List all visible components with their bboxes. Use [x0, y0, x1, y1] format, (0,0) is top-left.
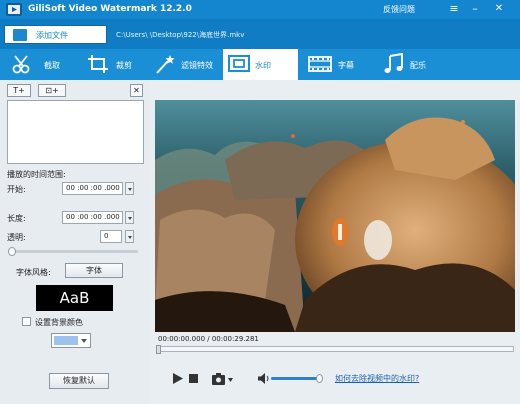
opacity-input[interactable]: 0 [100, 230, 122, 243]
tab-music[interactable]: 配乐 [382, 49, 440, 80]
file-bar: 添加文件 C:\Users\ \Desktop\922\海底世界.mkv [0, 19, 520, 49]
volume-slider[interactable] [271, 374, 323, 383]
add-file-icon [13, 29, 27, 41]
add-image-watermark-button[interactable]: ⊡+ [38, 84, 66, 97]
seek-bar-knob[interactable] [156, 345, 161, 354]
snapshot-camera-icon[interactable] [212, 373, 234, 385]
font-preview: AaB [36, 285, 113, 311]
background-color-picker[interactable] [51, 333, 91, 348]
add-file-button[interactable]: 添加文件 [4, 25, 107, 44]
title-bar: GiliSoft Video Watermark 12.2.0 反馈问题 ≡ –… [0, 0, 520, 19]
seek-bar[interactable] [156, 345, 514, 354]
watermark-settings-panel: T+ ⊡+ ✕ 播放的时间范围: 开始: 00 :00 :00 .000 长度:… [0, 80, 150, 404]
font-style-label: 字体风格: [16, 268, 51, 277]
close-icon[interactable]: ✕ [490, 1, 508, 17]
tab-label: 裁剪 [116, 61, 132, 70]
volume-icon[interactable] [258, 373, 270, 384]
remove-watermark-help-link[interactable]: 如何去除视频中的水印? [335, 373, 419, 384]
add-file-label: 添加文件 [36, 31, 68, 40]
playback-time: 00:00:00.000 / 00:00:29.281 [158, 335, 259, 343]
font-button[interactable]: 字体 [65, 263, 123, 278]
tab-bar: 截取 裁剪 滤镜特效 水印 字幕 配乐 [0, 49, 520, 80]
volume-slider-knob[interactable] [316, 374, 323, 383]
feedback-link[interactable]: 反馈问题 [383, 4, 415, 15]
tab-label: 配乐 [410, 61, 426, 70]
tab-label: 字幕 [338, 61, 354, 70]
tab-filters[interactable]: 滤镜特效 [153, 49, 219, 80]
reset-default-button[interactable]: 恢复默认 [49, 373, 109, 389]
delete-watermark-button[interactable]: ✕ [130, 84, 143, 97]
tab-label: 水印 [255, 61, 271, 70]
opacity-slider[interactable] [8, 247, 138, 256]
video-preview[interactable] [155, 100, 515, 332]
start-label: 开始: [7, 185, 26, 194]
stop-icon[interactable] [189, 374, 199, 384]
minimize-icon[interactable]: – [466, 1, 484, 17]
length-time-spinner[interactable] [125, 211, 134, 224]
tab-trim[interactable]: 截取 [10, 49, 72, 80]
play-icon[interactable] [172, 372, 184, 385]
time-range-label: 播放的时间范围: [7, 170, 66, 179]
color-swatch [54, 336, 78, 345]
app-title: GiliSoft Video Watermark 12.2.0 [28, 4, 192, 14]
tab-label: 截取 [44, 61, 60, 70]
scissors-icon [12, 55, 30, 74]
app-logo-icon [6, 3, 22, 16]
length-label: 长度: [7, 214, 26, 223]
video-frame [155, 100, 515, 332]
menu-icon[interactable]: ≡ [445, 1, 463, 17]
start-time-input[interactable]: 00 :00 :00 .000 [62, 182, 123, 195]
file-path: C:\Users\ \Desktop\922\海底世界.mkv [116, 31, 245, 39]
length-time-input[interactable]: 00 :00 :00 .000 [62, 211, 123, 224]
start-time-spinner[interactable] [125, 182, 134, 195]
add-text-watermark-button[interactable]: T+ [7, 84, 31, 97]
music-note-icon [384, 53, 403, 73]
crop-icon [88, 55, 108, 73]
tab-subtitle[interactable]: 字幕 [308, 49, 370, 80]
watermark-icon [228, 55, 250, 72]
tab-label: 滤镜特效 [181, 61, 213, 70]
watermark-list[interactable] [7, 100, 144, 164]
opacity-spinner[interactable] [125, 230, 134, 243]
tab-watermark[interactable]: 水印 [223, 49, 298, 80]
tab-crop[interactable]: 裁剪 [86, 49, 146, 80]
background-color-label: 设置背景颜色 [35, 318, 83, 327]
opacity-label: 透明: [7, 233, 26, 242]
magic-wand-icon [156, 55, 175, 74]
film-icon [308, 56, 332, 72]
background-color-checkbox[interactable] [22, 317, 31, 326]
chevron-down-icon [81, 339, 87, 343]
opacity-slider-knob[interactable] [8, 247, 16, 256]
